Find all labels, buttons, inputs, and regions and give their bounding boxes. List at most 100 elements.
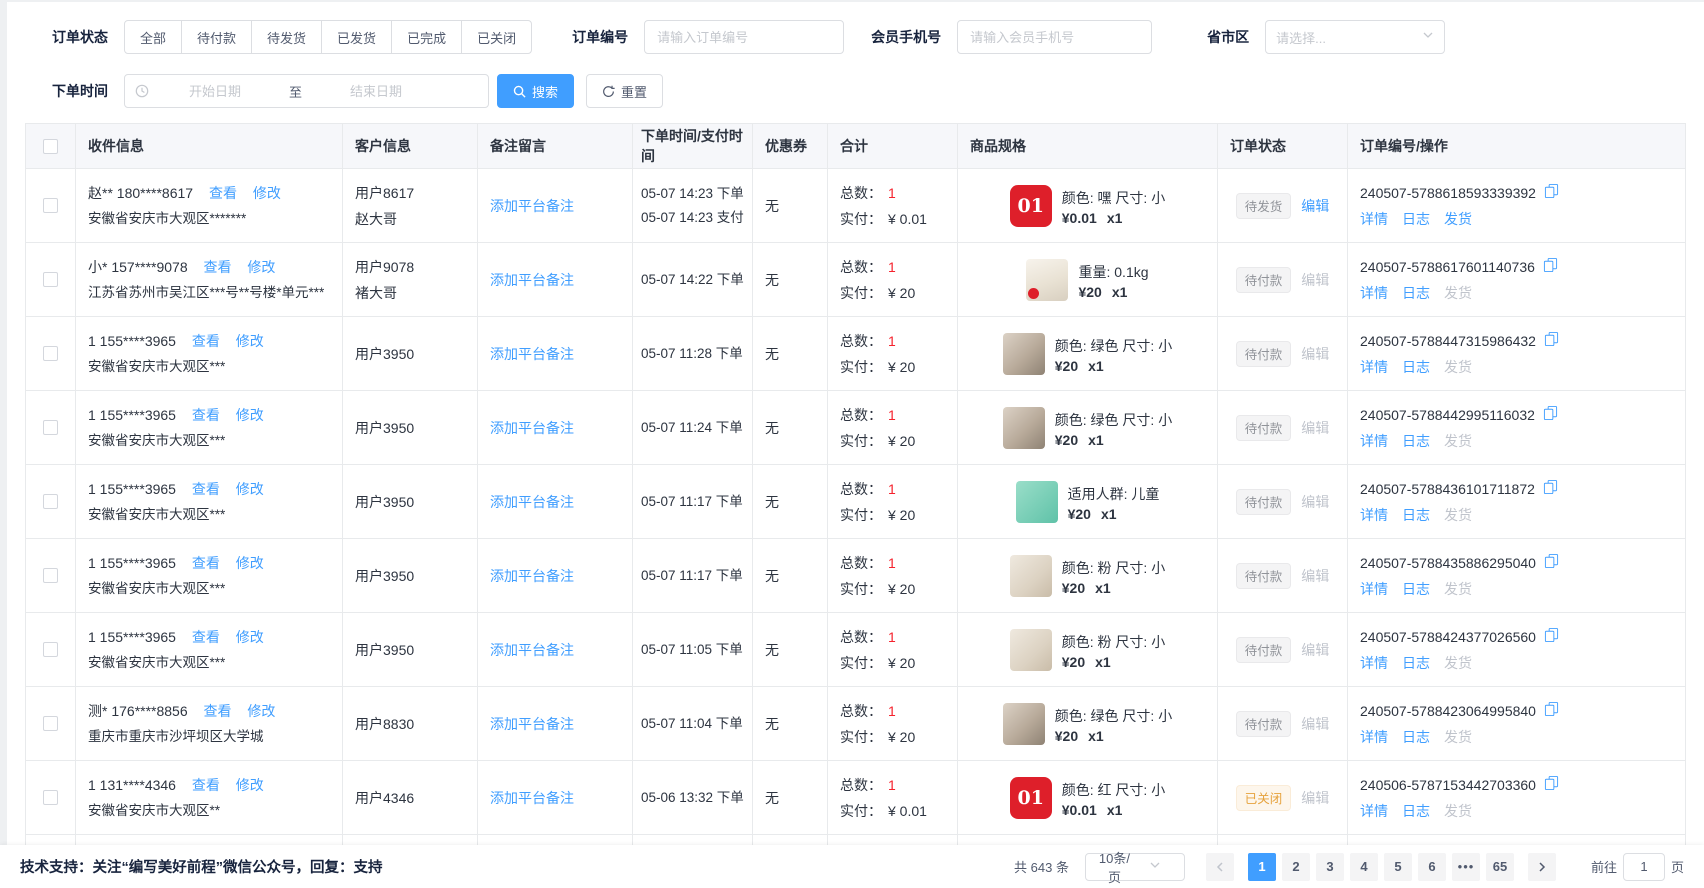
modify-link[interactable]: 修改 <box>247 703 275 719</box>
add-platform-remark-link[interactable]: 添加平台备注 <box>490 640 620 660</box>
modify-link[interactable]: 修改 <box>236 777 264 793</box>
add-platform-remark-link[interactable]: 添加平台备注 <box>490 566 620 586</box>
copy-icon[interactable] <box>1544 550 1559 576</box>
log-link[interactable]: 日志 <box>1402 206 1430 232</box>
edit-order-link[interactable]: 编辑 <box>1301 566 1329 586</box>
add-platform-remark-link[interactable]: 添加平台备注 <box>490 788 620 808</box>
status-filter-button-5[interactable]: 已完成 <box>391 20 462 54</box>
pagination-ellipsis[interactable]: ••• <box>1452 853 1480 881</box>
ship-link[interactable]: 发货 <box>1444 206 1472 232</box>
detail-link[interactable]: 详情 <box>1360 354 1388 380</box>
add-platform-remark-link[interactable]: 添加平台备注 <box>490 344 620 364</box>
row-checkbox[interactable] <box>43 420 58 435</box>
copy-icon[interactable] <box>1543 402 1558 428</box>
edit-order-link[interactable]: 编辑 <box>1301 196 1329 216</box>
page-button-6[interactable]: 6 <box>1418 853 1446 881</box>
next-page-button[interactable] <box>1528 853 1556 881</box>
select-all-checkbox[interactable] <box>43 139 58 154</box>
edit-order-link[interactable]: 编辑 <box>1301 270 1329 290</box>
add-platform-remark-link[interactable]: 添加平台备注 <box>490 492 620 512</box>
date-range-picker[interactable]: 至 <box>124 74 489 108</box>
modify-link[interactable]: 修改 <box>236 333 264 349</box>
log-link[interactable]: 日志 <box>1402 428 1430 454</box>
status-filter-button-4[interactable]: 已发货 <box>321 20 392 54</box>
view-link[interactable]: 查看 <box>209 185 237 201</box>
ship-link[interactable]: 发货 <box>1444 576 1472 602</box>
modify-link[interactable]: 修改 <box>236 629 264 645</box>
view-link[interactable]: 查看 <box>192 407 220 423</box>
ship-link[interactable]: 发货 <box>1444 280 1472 306</box>
edit-order-link[interactable]: 编辑 <box>1301 344 1329 364</box>
ship-link[interactable]: 发货 <box>1444 428 1472 454</box>
row-checkbox[interactable] <box>43 346 58 361</box>
modify-link[interactable]: 修改 <box>253 185 281 201</box>
copy-icon[interactable] <box>1544 698 1559 724</box>
view-link[interactable]: 查看 <box>204 703 232 719</box>
row-checkbox[interactable] <box>43 716 58 731</box>
page-button-3[interactable]: 3 <box>1316 853 1344 881</box>
page-button-2[interactable]: 2 <box>1282 853 1310 881</box>
log-link[interactable]: 日志 <box>1402 502 1430 528</box>
copy-icon[interactable] <box>1544 328 1559 354</box>
detail-link[interactable]: 详情 <box>1360 576 1388 602</box>
copy-icon[interactable] <box>1544 772 1559 798</box>
log-link[interactable]: 日志 <box>1402 354 1430 380</box>
status-filter-button-3[interactable]: 待发货 <box>251 20 322 54</box>
add-platform-remark-link[interactable]: 添加平台备注 <box>490 418 620 438</box>
ship-link[interactable]: 发货 <box>1444 724 1472 750</box>
order-no-input[interactable] <box>644 20 844 54</box>
page-button-4[interactable]: 4 <box>1350 853 1378 881</box>
status-filter-button-1[interactable]: 全部 <box>124 20 182 54</box>
log-link[interactable]: 日志 <box>1402 798 1430 824</box>
view-link[interactable]: 查看 <box>192 777 220 793</box>
add-platform-remark-link[interactable]: 添加平台备注 <box>490 714 620 734</box>
log-link[interactable]: 日志 <box>1402 650 1430 676</box>
detail-link[interactable]: 详情 <box>1360 650 1388 676</box>
modify-link[interactable]: 修改 <box>236 407 264 423</box>
modify-link[interactable]: 修改 <box>236 481 264 497</box>
copy-icon[interactable] <box>1543 476 1558 502</box>
row-checkbox[interactable] <box>43 198 58 213</box>
detail-link[interactable]: 详情 <box>1360 724 1388 750</box>
view-link[interactable]: 查看 <box>192 333 220 349</box>
modify-link[interactable]: 修改 <box>236 555 264 571</box>
reset-button[interactable]: 重置 <box>586 74 663 108</box>
end-date-input[interactable] <box>316 84 436 99</box>
log-link[interactable]: 日志 <box>1402 576 1430 602</box>
view-link[interactable]: 查看 <box>192 629 220 645</box>
copy-icon[interactable] <box>1544 624 1559 650</box>
detail-link[interactable]: 详情 <box>1360 206 1388 232</box>
edit-order-link[interactable]: 编辑 <box>1301 714 1329 734</box>
goto-page-input[interactable] <box>1623 853 1665 881</box>
edit-order-link[interactable]: 编辑 <box>1301 640 1329 660</box>
log-link[interactable]: 日志 <box>1402 280 1430 306</box>
view-link[interactable]: 查看 <box>192 481 220 497</box>
member-phone-input[interactable] <box>957 20 1152 54</box>
ship-link[interactable]: 发货 <box>1444 502 1472 528</box>
detail-link[interactable]: 详情 <box>1360 798 1388 824</box>
row-checkbox[interactable] <box>43 642 58 657</box>
status-filter-button-6[interactable]: 已关闭 <box>461 20 532 54</box>
page-button-5[interactable]: 5 <box>1384 853 1412 881</box>
add-platform-remark-link[interactable]: 添加平台备注 <box>490 270 620 290</box>
edit-order-link[interactable]: 编辑 <box>1301 492 1329 512</box>
status-filter-button-2[interactable]: 待付款 <box>181 20 252 54</box>
ship-link[interactable]: 发货 <box>1444 354 1472 380</box>
search-button[interactable]: 搜索 <box>497 74 574 108</box>
view-link[interactable]: 查看 <box>204 259 232 275</box>
copy-icon[interactable] <box>1543 254 1558 280</box>
page-size-select[interactable]: 10条/页 <box>1085 853 1185 881</box>
row-checkbox[interactable] <box>43 272 58 287</box>
view-link[interactable]: 查看 <box>192 555 220 571</box>
region-select[interactable]: 请选择... <box>1265 20 1445 54</box>
detail-link[interactable]: 详情 <box>1360 428 1388 454</box>
page-button-65[interactable]: 65 <box>1486 853 1514 881</box>
row-checkbox[interactable] <box>43 790 58 805</box>
page-button-1[interactable]: 1 <box>1248 853 1276 881</box>
prev-page-button[interactable] <box>1206 853 1234 881</box>
row-checkbox[interactable] <box>43 568 58 583</box>
edit-order-link[interactable]: 编辑 <box>1301 788 1329 808</box>
detail-link[interactable]: 详情 <box>1360 502 1388 528</box>
start-date-input[interactable] <box>155 84 275 99</box>
row-checkbox[interactable] <box>43 494 58 509</box>
